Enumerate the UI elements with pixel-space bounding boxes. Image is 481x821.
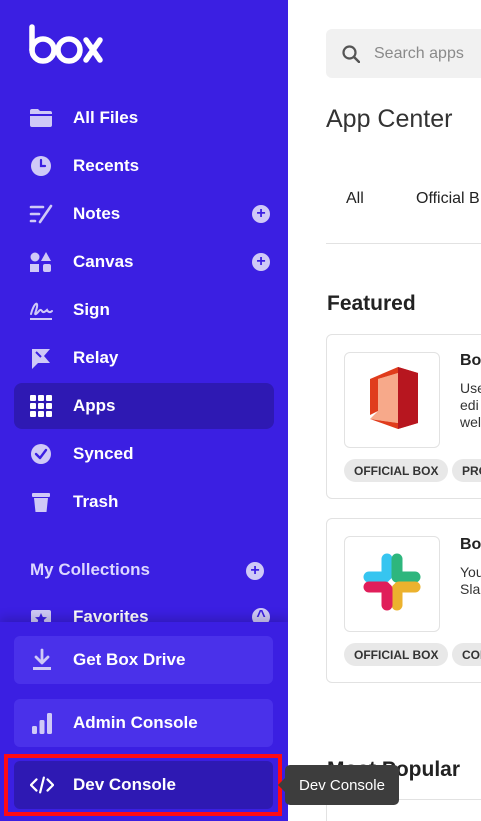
admin-console-button[interactable]: Admin Console	[14, 699, 273, 747]
admin-console-label: Admin Console	[73, 713, 198, 732]
app-thumbnail	[344, 352, 440, 448]
code-icon	[30, 773, 54, 797]
badge-official-box: OFFICIAL BOX	[344, 643, 449, 666]
app-card[interactable]: Bo You Sla OFFICIAL BOX COL	[326, 518, 481, 683]
sidebar-item-label: Synced	[73, 444, 134, 463]
dev-console-button[interactable]: Dev Console	[14, 761, 273, 809]
app-description: Use edi wel	[460, 380, 481, 430]
get-box-drive-button[interactable]: Get Box Drive	[14, 636, 273, 684]
search-bar[interactable]	[326, 29, 481, 78]
sidebar-item-recents[interactable]: Recents	[14, 143, 274, 189]
box-logo[interactable]	[28, 24, 104, 69]
sidebar-item-label: All Files	[73, 108, 139, 127]
dev-console-label: Dev Console	[73, 775, 176, 794]
apps-grid-icon	[28, 394, 54, 418]
add-collection-icon[interactable]: +	[246, 562, 264, 580]
app-card[interactable]: Bo Use edi wel OFFICIAL BOX PRO	[326, 334, 481, 499]
app-name: Bo	[460, 352, 481, 369]
sidebar-item-label: Sign	[73, 300, 110, 319]
sidebar-item-label: Apps	[73, 396, 116, 415]
slack-logo-icon	[363, 553, 421, 616]
badge-secondary: PRO	[452, 459, 481, 482]
office-logo-icon	[364, 365, 420, 436]
add-note-icon[interactable]: +	[252, 205, 270, 223]
sidebar: All Files Recents Notes + Canvas + Sign	[0, 0, 288, 821]
relay-icon	[28, 346, 54, 370]
search-input[interactable]	[374, 42, 481, 66]
trash-icon	[28, 490, 54, 514]
my-collections-label: My Collections	[30, 560, 150, 579]
check-circle-icon	[28, 442, 54, 466]
sidebar-item-synced[interactable]: Synced	[14, 431, 274, 477]
tab-official-box[interactable]: Official B	[416, 190, 480, 208]
badge-secondary: COL	[452, 643, 481, 666]
sidebar-item-label: Canvas	[73, 252, 134, 271]
clock-icon	[28, 154, 54, 178]
app-description: You Sla	[460, 564, 481, 597]
featured-heading: Featured	[327, 292, 416, 315]
sidebar-item-label: Relay	[73, 348, 119, 367]
download-icon	[30, 648, 54, 672]
bar-chart-icon	[30, 711, 54, 735]
get-box-drive-label: Get Box Drive	[73, 650, 186, 669]
sidebar-item-apps[interactable]: Apps	[14, 383, 274, 429]
sidebar-item-trash[interactable]: Trash	[14, 479, 274, 525]
sidebar-item-relay[interactable]: Relay	[14, 335, 274, 381]
add-canvas-icon[interactable]: +	[252, 253, 270, 271]
tabs-divider	[326, 243, 481, 244]
app-name: Bo	[460, 536, 481, 553]
sidebar-item-sign[interactable]: Sign	[14, 287, 274, 333]
sidebar-bottom-panel: Get Box Drive Admin Console Dev Console	[0, 622, 288, 821]
search-icon	[342, 45, 361, 68]
dev-console-tooltip: Dev Console	[278, 765, 399, 805]
sidebar-item-canvas[interactable]: Canvas +	[14, 239, 274, 285]
sidebar-item-label: Notes	[73, 204, 121, 223]
tab-all[interactable]: All	[346, 190, 364, 208]
sidebar-item-label: Recents	[73, 156, 140, 175]
sidebar-item-all-files[interactable]: All Files	[14, 95, 274, 141]
sign-icon	[28, 298, 54, 322]
sidebar-item-notes[interactable]: Notes +	[14, 191, 274, 237]
sidebar-item-label: Trash	[73, 492, 119, 511]
folder-icon	[28, 106, 54, 130]
badge-official-box: OFFICIAL BOX	[344, 459, 449, 482]
canvas-icon	[28, 250, 54, 274]
notes-icon	[28, 202, 54, 226]
app-thumbnail	[344, 536, 440, 632]
page-title: App Center	[326, 105, 453, 133]
